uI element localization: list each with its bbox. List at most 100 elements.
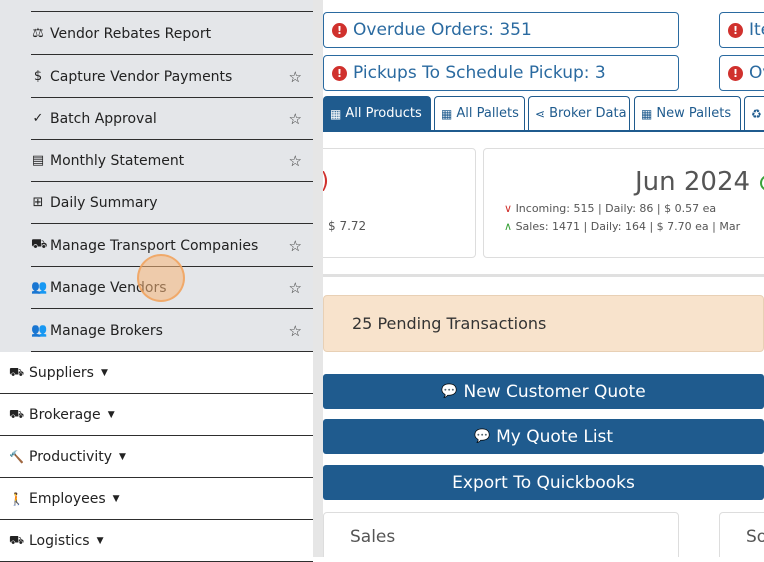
submenu-item-label: Daily Summary — [50, 194, 158, 211]
incoming-text: Incoming: 515 | Daily: 86 | $ 0.57 ea — [515, 202, 717, 215]
status-circle-icon — [760, 175, 764, 191]
submenu-item-label: Vendor Rebates Report — [50, 25, 212, 42]
alert-overdue[interactable]: ! Ov — [719, 55, 764, 91]
submenu-item-manage-brokers[interactable]: 👥 Manage Brokers ☆ — [31, 310, 313, 352]
caret-down-icon: ▼ — [96, 535, 104, 546]
alert-label: Overdue Orders: 351 — [353, 20, 532, 40]
submenu-item-monthly-statement[interactable]: ▤ Monthly Statement ☆ — [31, 140, 313, 182]
panel-title: So — [746, 527, 764, 547]
truck-loading-icon: ⛟ — [9, 364, 25, 379]
tab-all-products[interactable]: ▦ All Products — [323, 96, 431, 130]
export-to-quickbooks-button[interactable]: Export To Quickbooks — [323, 465, 764, 500]
tab-recycle[interactable]: ♻ — [744, 96, 764, 130]
person-icon: 🚶 — [9, 491, 24, 506]
stats-paren: ) — [323, 169, 329, 194]
new-customer-quote-button[interactable]: 💬 New Customer Quote — [323, 374, 764, 409]
button-label: New Customer Quote — [463, 381, 646, 402]
star-icon[interactable]: ☆ — [289, 68, 302, 86]
menu-label: Logistics — [29, 532, 90, 549]
pallet-icon: ▦ — [641, 106, 653, 121]
submenu-item-capture-vendor-payments[interactable]: $ Capture Vendor Payments ☆ — [31, 56, 313, 98]
truck-icon: ⛟ — [9, 532, 25, 547]
menu-brokerage[interactable]: ⛟ Brokerage ▼ — [0, 394, 313, 436]
star-icon[interactable]: ☆ — [289, 322, 302, 340]
menu-label: Employees — [29, 490, 106, 507]
tab-bar: ▦ All Products ▦ All Pallets ⋖ Broker Da… — [323, 96, 764, 132]
truck-icon: ⛟ — [9, 406, 25, 421]
exclamation-icon: ! — [332, 22, 347, 38]
submenu-item-daily-summary[interactable]: ⊞ Daily Summary — [31, 182, 313, 224]
star-icon[interactable]: ☆ — [289, 237, 302, 255]
chevron-up-icon: ∧ — [504, 220, 513, 233]
comment-dollar-icon: 💬 — [441, 384, 458, 399]
sales-text: Sales: 1471 | Daily: 164 | $ 7.70 ea | M… — [515, 220, 741, 233]
check-icon: ✓ — [32, 111, 44, 126]
truck-icon: ⛟ — [31, 237, 48, 252]
submenu-item-label: Monthly Statement — [50, 152, 185, 169]
so-panel: So — [719, 512, 764, 557]
menu-logistics[interactable]: ⛟ Logistics ▼ — [0, 520, 313, 562]
dollar-icon: $ — [33, 69, 43, 84]
click-indicator — [137, 254, 185, 302]
users-icon: 👥 — [31, 323, 48, 338]
stats-card-month: Jun 2024 ∨ Incoming: 515 | Daily: 86 | $… — [483, 148, 764, 258]
submenu-divider — [31, 0, 313, 12]
exclamation-icon: ! — [728, 65, 743, 81]
menu-suppliers[interactable]: ⛟ Suppliers ▼ — [0, 352, 313, 394]
alert-label: Ov — [749, 63, 764, 83]
tab-new-pallets[interactable]: ▦ New Pallets — [634, 96, 741, 130]
users-icon: 👥 — [31, 280, 48, 295]
star-icon[interactable]: ☆ — [289, 152, 302, 170]
sales-line: ∧ Sales: 1471 | Daily: 164 | $ 7.70 ea |… — [504, 220, 740, 233]
menu-label: Productivity — [29, 448, 112, 465]
submenu-item-vendor-rebates-report[interactable]: ⚖ Vendor Rebates Report — [31, 13, 313, 55]
menu-employees[interactable]: 🚶 Employees ▼ — [0, 478, 313, 520]
exclamation-icon: ! — [728, 22, 743, 38]
table-icon: ⊞ — [32, 195, 44, 210]
caret-down-icon: ▼ — [100, 367, 108, 378]
pallet-icon: ▦ — [441, 106, 453, 121]
alert-pickups-to-schedule[interactable]: ! Pickups To Schedule Pickup: 3 — [323, 55, 679, 91]
star-icon[interactable]: ☆ — [289, 110, 302, 128]
comment-dollar-icon: 💬 — [473, 429, 491, 444]
chevron-down-icon: ∨ — [504, 202, 513, 215]
caret-down-icon: ▼ — [119, 451, 126, 462]
button-label: My Quote List — [496, 426, 614, 447]
section-divider — [323, 274, 764, 277]
pending-transactions-banner[interactable]: 25 Pending Transactions — [323, 295, 764, 352]
submenu-item-label: Capture Vendor Payments — [50, 68, 233, 85]
caret-down-icon: ▼ — [107, 409, 115, 420]
hammer-icon: 🔨 — [9, 449, 24, 464]
star-icon[interactable]: ☆ — [289, 279, 302, 297]
pending-label: 25 Pending Transactions — [352, 314, 547, 333]
submenu-item-label: Batch Approval — [50, 110, 157, 127]
tab-label: New Pallets — [656, 106, 732, 121]
tab-label: All Pallets — [456, 106, 519, 121]
list-icon: ▤ — [31, 153, 45, 168]
pallet-icon: ▦ — [330, 106, 342, 121]
menu-label: Brokerage — [29, 406, 101, 423]
stats-value: $ 7.72 — [328, 219, 367, 233]
caret-down-icon: ▼ — [112, 493, 120, 504]
sales-panel: Sales — [323, 512, 679, 557]
alert-label: Ite — [749, 20, 764, 40]
month-title: Jun 2024 — [635, 167, 751, 197]
submenu-item-batch-approval[interactable]: ✓ Batch Approval ☆ — [31, 98, 313, 140]
incoming-line: ∨ Incoming: 515 | Daily: 86 | $ 0.57 ea — [504, 202, 716, 215]
balance-scale-icon: ⚖ — [32, 26, 44, 41]
alert-overdue-orders[interactable]: ! Overdue Orders: 351 — [323, 12, 679, 48]
tab-all-pallets[interactable]: ▦ All Pallets — [434, 96, 525, 130]
alert-label: Pickups To Schedule Pickup: 3 — [353, 63, 606, 83]
stats-card-previous: ) $ 7.72 — [323, 148, 476, 258]
submenu-item-label: Manage Brokers — [50, 322, 163, 339]
recycle-icon: ♻ — [751, 106, 762, 121]
alert-items[interactable]: ! Ite — [719, 12, 764, 48]
sidebar-gutter — [313, 0, 323, 557]
tab-label: All Products — [345, 106, 422, 121]
submenu-item-label: Manage Transport Companies — [50, 237, 259, 254]
my-quote-list-button[interactable]: 💬 My Quote List — [323, 419, 764, 454]
tab-broker-data[interactable]: ⋖ Broker Data — [528, 96, 630, 130]
menu-productivity[interactable]: 🔨 Productivity ▼ — [0, 436, 313, 478]
exclamation-icon: ! — [332, 65, 347, 81]
menu-label: Suppliers — [29, 364, 94, 381]
